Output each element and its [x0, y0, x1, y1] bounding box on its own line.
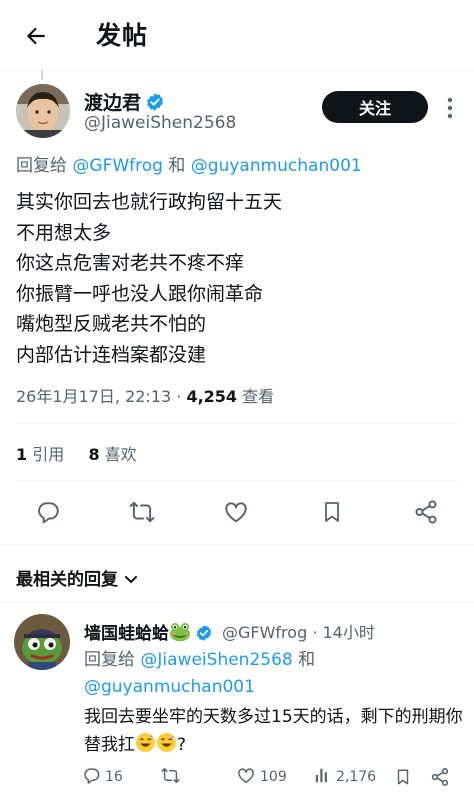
mention-link[interactable]: @guyanmuchan001 [191, 156, 362, 176]
reply-author-name-text: 墙国蛙蛤蛤 [84, 624, 169, 644]
reply-icon [82, 766, 105, 789]
tweet-text-line: 不用想太多 [16, 221, 112, 244]
retweet-icon [160, 766, 185, 789]
tweet-action-bar [0, 494, 474, 530]
frog-emoji-icon [169, 622, 191, 647]
reply-to-prefix: 回复给 [84, 650, 141, 670]
reply-count: 16 [105, 769, 123, 785]
tweet-meta: 26年1月17日, 22:13 · 4,254 查看 [16, 383, 274, 407]
like-label: 喜欢 [104, 445, 137, 464]
views-count: 4,254 [186, 387, 238, 406]
mention-link[interactable]: @JiaweiShen2568 [140, 650, 292, 670]
reply-to-prefix: 回复给 [16, 156, 73, 176]
mention-link[interactable]: @guyanmuchan001 [84, 677, 255, 697]
reply-icon[interactable] [30, 494, 66, 530]
tweet-text-line: 内部估计连档案都没建 [16, 343, 207, 366]
reply-author-handle[interactable]: @GFWfrog · 14小时 [222, 619, 375, 643]
reply-author-avatar[interactable] [14, 614, 70, 670]
views-icon [314, 766, 336, 788]
reply-like-button[interactable]: 109 [236, 764, 287, 790]
chevron-down-icon [124, 570, 138, 590]
header-divider [0, 69, 474, 70]
reply-like-count: 109 [260, 769, 287, 785]
tweet-text-line: 其实你回去也就行政拘留十五天 [16, 191, 283, 213]
tweet-text-line: 你振臂一呼也没人跟你闹革命 [16, 282, 264, 305]
follow-button[interactable]: 关注 [322, 91, 428, 123]
author-handle[interactable]: @JiaweiShen2568 [84, 113, 236, 133]
reply-to-line: 回复给 @GFWfrog 和 @guyanmuchan001 [16, 151, 362, 176]
divider [16, 480, 458, 481]
reply-text: 我回去要坐牢的天数多过15天的话，剩下的刑期你替我扛? [84, 703, 464, 762]
tweet-text-line: 嘴炮型反贼老共不怕的 [16, 313, 207, 336]
tweet-text: 其实你回去也就行政拘留十五天 不用想太多 你这点危害对老共不疼不痒 你振臂一呼也… [16, 187, 282, 371]
quotes-stat[interactable]: 1 引用 [16, 445, 64, 464]
reply-view-count: 2,176 [336, 769, 377, 785]
sweat-smile-emoji-icon [135, 732, 156, 762]
back-arrow-icon[interactable] [18, 18, 54, 54]
share-icon[interactable] [408, 494, 444, 530]
divider [0, 544, 474, 545]
bookmark-icon[interactable] [314, 494, 350, 530]
reply-text-end: ? [177, 735, 187, 755]
replies-sort-dropdown[interactable]: 最相关的回复 [16, 565, 138, 590]
reply-action-bar: 16 109 2,176 [0, 764, 474, 790]
replies-section-title: 最相关的回复 [16, 570, 118, 590]
like-icon[interactable] [218, 494, 254, 530]
more-icon[interactable] [440, 96, 460, 120]
share-icon[interactable] [430, 764, 454, 790]
thread-connector-line [41, 70, 43, 80]
quote-count: 1 [16, 445, 28, 464]
quote-label: 引用 [32, 445, 65, 464]
like-icon [236, 766, 260, 789]
views-label: 查看 [237, 387, 275, 406]
tweet-timestamp[interactable]: 26年1月17日, 22:13 · [16, 387, 186, 406]
reply-to-and: 和 [292, 650, 316, 670]
tweet-stats: 1 引用 8 喜欢 [16, 441, 137, 465]
page-title: 发帖 [96, 21, 149, 50]
reply-to-and: 和 [162, 156, 191, 176]
verified-badge-icon [195, 624, 213, 647]
tweet-text-line: 你这点危害对老共不疼不痒 [16, 252, 245, 275]
sweat-smile-emoji-icon [156, 732, 177, 762]
reply-to-line: 回复给 @JiaweiShen2568 和 @guyanmuchan001 [84, 647, 315, 701]
divider [0, 601, 474, 602]
mention-link[interactable]: @GFWfrog [72, 156, 163, 176]
likes-stat[interactable]: 8 喜欢 [88, 445, 136, 464]
like-count: 8 [88, 445, 100, 464]
reply-retweet-button[interactable] [160, 764, 185, 790]
top-bar: 发帖 [0, 0, 474, 70]
bookmark-icon[interactable] [394, 764, 416, 790]
reply-views-button[interactable]: 2,176 [314, 764, 376, 790]
retweet-icon[interactable] [124, 494, 160, 530]
author-name-text: 渡边君 [84, 92, 142, 114]
divider [16, 423, 458, 424]
reply-reply-button[interactable]: 16 [82, 764, 123, 790]
reply-author-name[interactable]: 墙国蛙蛤蛤 [84, 619, 213, 647]
author-avatar[interactable] [16, 84, 70, 138]
